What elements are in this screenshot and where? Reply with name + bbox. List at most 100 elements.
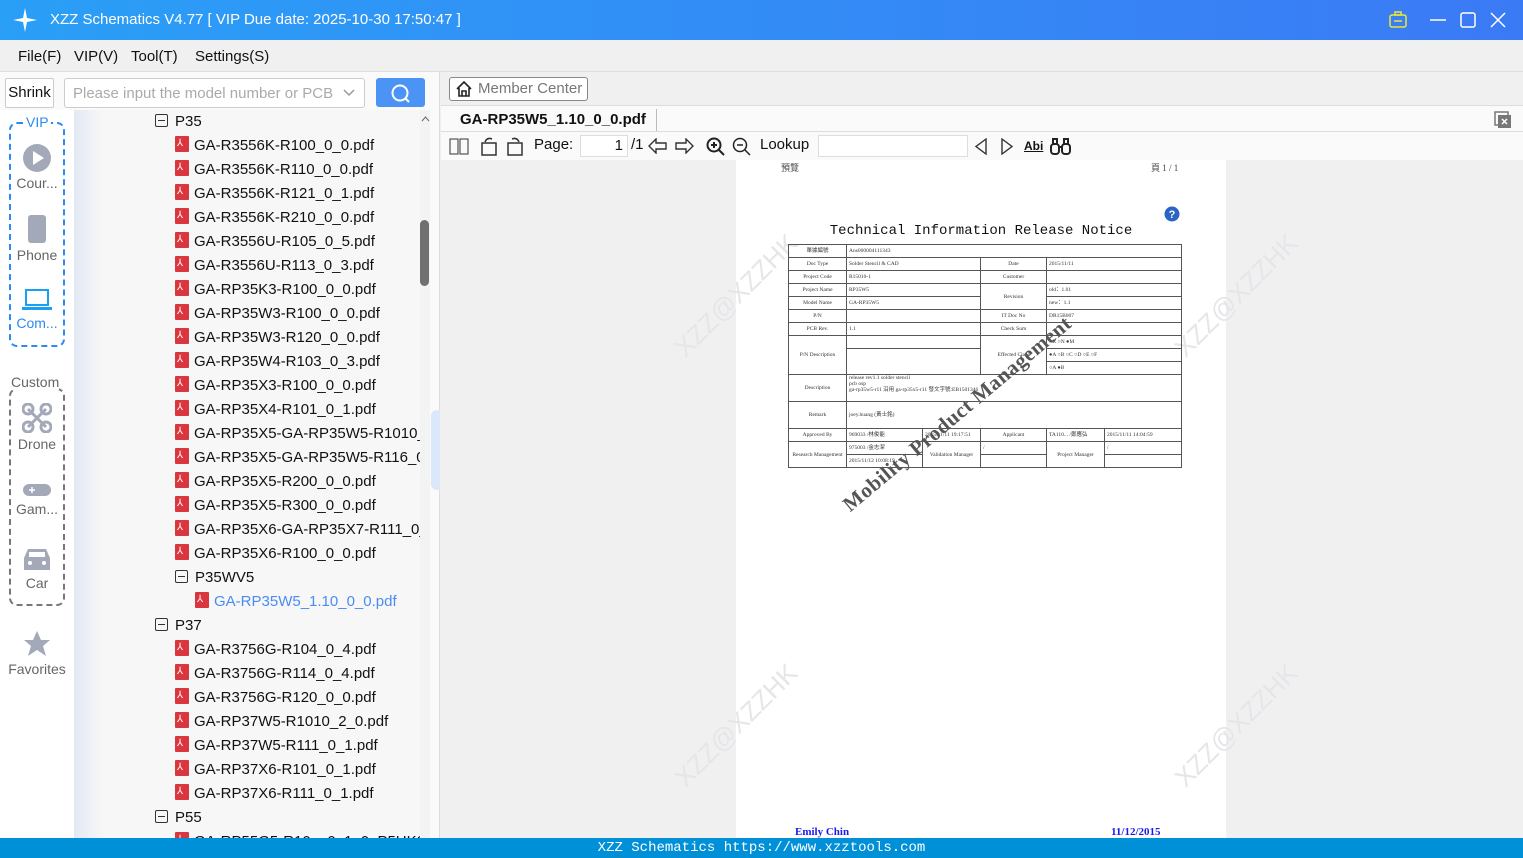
tree-file[interactable]: GA-RP35W5_1.10_0_0.pdf xyxy=(195,588,397,614)
menu-tool[interactable]: Tool(T) xyxy=(131,48,178,65)
tree-item-label: GA-R3756G-R120_0_0.pdf xyxy=(194,689,376,706)
tree-file[interactable]: GA-RP35X3-R100_0_0.pdf xyxy=(175,372,376,398)
help-icon: ? xyxy=(1164,206,1180,222)
tree-file[interactable]: GA-R3556U-R105_0_5.pdf xyxy=(175,228,375,254)
sidebar-item-label: Car xyxy=(25,575,49,591)
maximize-icon[interactable] xyxy=(1460,12,1476,28)
close-tab-icon[interactable] xyxy=(1494,111,1512,129)
tree-file[interactable]: GA-R3556K-R100_0_0.pdf xyxy=(175,132,374,158)
find-previous-icon[interactable] xyxy=(974,138,988,155)
search-button[interactable] xyxy=(376,78,425,107)
tree-file[interactable]: GA-RP35X5-GA-RP35W5-R1010_0 xyxy=(175,420,420,446)
tree-item-label: GA-RP35W5_1.10_0_0.pdf xyxy=(214,593,397,610)
rotate-right-icon[interactable] xyxy=(505,136,525,156)
document-title: Technical Information Release Notice xyxy=(829,223,1133,239)
tree-folder[interactable]: P35WV5 xyxy=(175,566,254,590)
tree-file[interactable]: GA-RP37W5-R111_0_1.pdf xyxy=(175,732,378,758)
menu-file[interactable]: File(F) xyxy=(18,48,61,65)
tree-file[interactable]: GA-RP37W5-R1010_2_0.pdf xyxy=(175,708,389,734)
shrink-button[interactable]: Shrink xyxy=(5,78,54,108)
minimize-icon[interactable] xyxy=(1430,12,1446,28)
tree-file[interactable]: GA-RP35X4-R101_0_1.pdf xyxy=(175,396,376,422)
tree-file[interactable]: GA-RP35X5-R200_0_0.pdf xyxy=(175,468,376,494)
find-next-icon[interactable] xyxy=(1000,138,1014,155)
menu-vip[interactable]: VIP(V) xyxy=(74,48,118,65)
collapse-icon[interactable] xyxy=(155,114,168,127)
match-case-button[interactable]: Abi xyxy=(1024,139,1043,153)
sidebar-item-phone[interactable]: Phone xyxy=(0,214,74,263)
tree-file[interactable]: GA-RP35K3-R100_0_0.pdf xyxy=(175,276,376,302)
file-tree: P35 GA-R3556K-R100_0_0.pdf GA-R3556K-R110_… xyxy=(74,110,420,838)
menu-settings[interactable]: Settings(S) xyxy=(195,48,269,65)
pdf-viewer[interactable]: 預覽 頁 1 / 1 ? Technical Information Relea… xyxy=(441,160,1523,838)
close-icon[interactable] xyxy=(1490,12,1506,28)
page-number-input[interactable]: 1 xyxy=(580,135,628,157)
tree-file[interactable]: GA-RP35X6-GA-RP35X7-R111_0_1 xyxy=(175,516,420,542)
cell: Research Management xyxy=(788,441,847,468)
tree-file[interactable]: GA-RP35X6-R100_0_0.pdf xyxy=(175,540,376,566)
tree-folder[interactable]: P55 xyxy=(155,806,202,830)
tree-folder[interactable]: P35 xyxy=(155,110,202,134)
tree-item-label: GA-R3556K-R121_0_1.pdf xyxy=(194,185,375,202)
cell: Description xyxy=(788,374,847,402)
collapse-icon[interactable] xyxy=(155,618,168,631)
pdf-file-icon xyxy=(175,636,189,660)
category-sidebar: VIP Cour... Phone Com... Custom Drone Ga… xyxy=(0,110,74,838)
sidebar-item-car[interactable]: Car xyxy=(0,546,74,591)
tree-file[interactable]: GA-RP55G5-R10__0_1_0_P5HK0 xyxy=(175,828,420,838)
sidebar-item-courses[interactable]: Cour... xyxy=(0,144,74,191)
tree-file[interactable]: GA-R3756G-R120_0_0.pdf xyxy=(175,684,376,710)
member-center-button[interactable]: Member Center xyxy=(449,77,588,101)
pdf-file-icon xyxy=(175,252,189,276)
tree-file[interactable]: GA-RP35X5-GA-RP35W5-R116_0_ xyxy=(175,444,420,470)
tree-file[interactable]: GA-RP35W3-R100_0_0.pdf xyxy=(175,300,380,326)
tree-file[interactable]: GA-R3556K-R210_0_0.pdf xyxy=(175,204,374,230)
tree-file[interactable]: GA-R3556K-R121_0_1.pdf xyxy=(175,180,375,206)
tree-item-label: GA-RP37W5-R1010_2_0.pdf xyxy=(194,713,389,730)
tree-file[interactable]: GA-RP35W3-R120_0_0.pdf xyxy=(175,324,380,350)
pdf-file-icon xyxy=(175,348,189,372)
zoom-in-icon[interactable] xyxy=(706,137,725,156)
sidebar-item-game[interactable]: Gam... xyxy=(0,482,74,517)
tree-folder[interactable]: P37 xyxy=(155,614,202,638)
sidebar-item-label: Gam... xyxy=(15,501,58,517)
zoom-out-icon[interactable] xyxy=(732,137,751,156)
tree-file[interactable]: GA-R3756G-R114_0_4.pdf xyxy=(175,660,375,686)
sidebar-item-drone[interactable]: Drone xyxy=(0,402,74,452)
sidebar-item-label: Com... xyxy=(16,315,58,331)
cell: P/N Description xyxy=(788,335,847,375)
search-placeholder: Please input the model number or PCB xyxy=(73,85,334,102)
collapse-icon[interactable] xyxy=(175,570,188,583)
chevron-down-icon[interactable] xyxy=(343,89,355,97)
binoculars-icon[interactable] xyxy=(1050,137,1071,155)
tree-item-label: P37 xyxy=(175,617,202,634)
sidebar-item-computer[interactable]: Com... xyxy=(0,288,74,331)
tree-file[interactable]: GA-RP35X5-R300_0_0.pdf xyxy=(175,492,376,518)
tab-document[interactable]: GA-RP35W5_1.10_0_0.pdf xyxy=(460,111,646,128)
tree-file[interactable]: GA-RP37X6-R101_0_1.pdf xyxy=(175,756,376,782)
pdf-file-icon xyxy=(175,180,189,204)
tree-file[interactable]: GA-R3556K-R110_0_0.pdf xyxy=(175,156,373,182)
collapse-icon[interactable] xyxy=(155,810,168,823)
next-page-icon[interactable] xyxy=(674,138,694,154)
tree-scrollbar[interactable] xyxy=(420,110,430,838)
lookup-label: Lookup xyxy=(760,136,810,153)
collapse-panel-handle[interactable] xyxy=(431,410,440,490)
scroll-up-icon[interactable] xyxy=(421,116,430,122)
scrollbar-thumb[interactable] xyxy=(420,220,429,286)
tree-file[interactable]: GA-RP35W4-R103_0_3.pdf xyxy=(175,348,380,374)
previous-page-icon[interactable] xyxy=(648,138,668,154)
model-search-input[interactable]: Please input the model number or PCB xyxy=(64,78,365,108)
tree-item-label: GA-RP37W5-R111_0_1.pdf xyxy=(194,737,378,754)
tree-file[interactable]: GA-RP37X6-R111_0_1.pdf xyxy=(175,780,374,806)
sidebar-item-label: Drone xyxy=(17,436,57,452)
cell: Ans000004111343 xyxy=(845,244,1183,258)
rotate-left-icon[interactable] xyxy=(479,136,499,156)
two-page-icon[interactable] xyxy=(449,138,469,155)
briefcase-icon[interactable] xyxy=(1389,11,1407,28)
sidebar-item-favorites[interactable]: Favorites xyxy=(0,630,74,677)
lookup-input[interactable] xyxy=(818,135,968,157)
tree-file[interactable]: GA-R3756G-R104_0_4.pdf xyxy=(175,636,376,662)
cell: Customer xyxy=(980,270,1047,284)
tree-file[interactable]: GA-R3556U-R113_0_3.pdf xyxy=(175,252,374,278)
